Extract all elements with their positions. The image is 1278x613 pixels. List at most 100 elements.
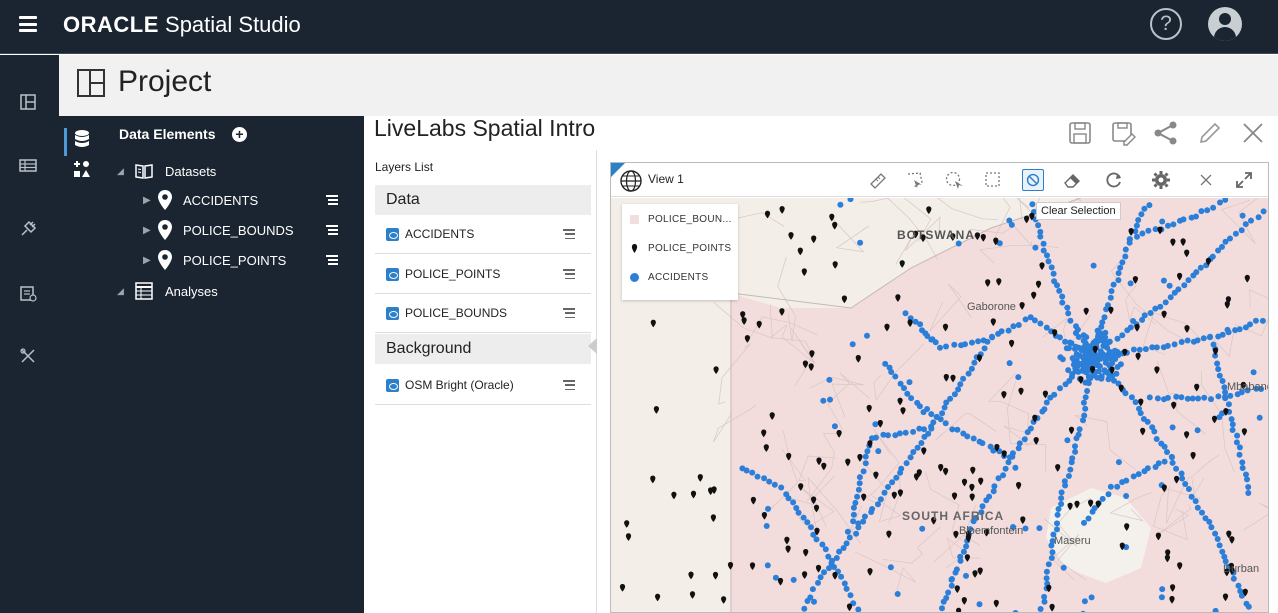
close-view-icon[interactable]: [1196, 170, 1216, 190]
legend-item-police-bounds: POLICE_BOUN...: [630, 214, 732, 225]
accident-point: [1041, 598, 1048, 605]
accident-point: [1058, 489, 1065, 496]
layer-menu-icon[interactable]: [563, 308, 575, 318]
accident-point: [1139, 230, 1146, 237]
layer-menu-icon[interactable]: [563, 380, 575, 390]
accident-point: [1048, 264, 1055, 271]
expanded-triangle-icon[interactable]: ◢: [117, 166, 131, 177]
layer-row[interactable]: POLICE_BOUNDS: [375, 294, 591, 333]
analyses-node[interactable]: ◢ Analyses: [117, 280, 218, 302]
accident-point: [1204, 207, 1211, 214]
background-section-header: Background: [375, 334, 591, 364]
accident-point: [856, 480, 863, 487]
analysis-tools-icon[interactable]: [73, 160, 91, 178]
dataset-menu-icon[interactable]: [326, 255, 338, 265]
accident-point: [914, 444, 921, 451]
hamburger-menu-icon[interactable]: [19, 16, 37, 32]
accident-point: [963, 543, 970, 550]
legend-swatch: [630, 215, 639, 224]
visibility-eye-icon[interactable]: [386, 267, 399, 281]
accident-point: [1107, 294, 1114, 301]
accident-point: [1059, 299, 1066, 306]
visibility-eye-icon[interactable]: [386, 227, 399, 241]
accident-point: [1022, 316, 1029, 323]
dataset-menu-icon[interactable]: [326, 195, 338, 205]
accident-point: [844, 528, 851, 535]
connections-icon[interactable]: [19, 220, 37, 238]
dataset-item[interactable]: ▶ POLICE_POINTS: [143, 249, 286, 271]
dataset-item[interactable]: ▶ ACCIDENTS: [143, 189, 258, 211]
add-data-element-button[interactable]: +: [232, 127, 247, 142]
accident-point: [790, 576, 797, 583]
accident-point: [943, 343, 949, 350]
close-icon[interactable]: [1240, 120, 1266, 146]
accident-point: [1138, 211, 1145, 218]
rectangle-select-icon[interactable]: [983, 170, 1003, 190]
accident-point: [939, 605, 945, 612]
edit-pencil-icon[interactable]: [1197, 120, 1223, 146]
background-layer-row[interactable]: OSM Bright (Oracle): [375, 366, 591, 405]
projects-icon[interactable]: [19, 93, 37, 111]
accident-point: [1119, 259, 1126, 266]
save-icon[interactable]: [1067, 120, 1093, 146]
expand-icon[interactable]: [1234, 170, 1254, 190]
accident-point: [1043, 399, 1050, 406]
collapsed-triangle-icon[interactable]: ▶: [143, 195, 157, 206]
accident-point: [1225, 401, 1232, 408]
collapse-panel-handle[interactable]: [588, 338, 597, 354]
accident-point: [1054, 520, 1060, 527]
circle-select-icon[interactable]: [944, 170, 964, 190]
accident-point: [1005, 459, 1012, 466]
accident-point: [1236, 451, 1243, 458]
collapsed-triangle-icon[interactable]: ▶: [143, 225, 157, 236]
expanded-triangle-icon[interactable]: ◢: [117, 286, 131, 297]
accident-point: [771, 481, 778, 488]
polygon-select-icon[interactable]: [905, 170, 925, 190]
accident-point: [1128, 394, 1135, 401]
accident-point: [1198, 208, 1205, 215]
accident-point: [1236, 326, 1243, 333]
dataset-item[interactable]: ▶ POLICE_BOUNDS: [143, 219, 294, 241]
accident-point: [1043, 568, 1050, 575]
accident-point: [785, 495, 792, 502]
dataset-menu-icon[interactable]: [326, 225, 338, 235]
share-icon[interactable]: [1153, 120, 1179, 146]
refresh-icon[interactable]: [1104, 170, 1124, 190]
visibility-eye-icon[interactable]: [386, 378, 399, 392]
accident-point: [1234, 432, 1241, 439]
clear-selection-icon[interactable]: [1022, 169, 1044, 191]
datasets-icon[interactable]: [19, 156, 37, 174]
collapsed-triangle-icon[interactable]: ▶: [143, 255, 157, 266]
jobs-icon[interactable]: [19, 284, 37, 302]
database-icon[interactable]: [75, 130, 89, 148]
user-avatar[interactable]: [1208, 7, 1242, 41]
settings-gear-icon[interactable]: [1151, 170, 1171, 190]
accident-point: [894, 591, 901, 597]
visibility-eye-icon[interactable]: [386, 306, 399, 320]
help-icon[interactable]: ?: [1150, 8, 1182, 40]
accident-point: [1044, 252, 1050, 259]
admin-tools-icon[interactable]: [19, 347, 37, 365]
save-as-icon[interactable]: [1110, 120, 1136, 146]
accident-point: [1051, 278, 1058, 285]
eraser-icon[interactable]: [1062, 170, 1082, 190]
book-icon: [135, 164, 153, 179]
layer-menu-icon[interactable]: [563, 229, 575, 239]
layer-row[interactable]: POLICE_POINTS: [375, 255, 591, 294]
layer-row[interactable]: ACCIDENTS: [375, 215, 591, 254]
measure-ruler-icon[interactable]: [868, 170, 888, 190]
accident-point: [1002, 465, 1009, 472]
accident-point: [855, 520, 862, 527]
accident-point: [981, 345, 988, 352]
accident-point: [1256, 414, 1263, 421]
accident-point: [904, 390, 911, 397]
accident-point: [940, 598, 947, 605]
accident-point: [922, 330, 929, 337]
datasets-node[interactable]: ◢ Datasets: [117, 160, 216, 182]
accident-point: [1110, 281, 1117, 288]
accident-point: [1175, 286, 1182, 293]
accident-point: [1069, 371, 1076, 378]
accident-point: [1043, 575, 1050, 582]
accident-point: [1072, 330, 1079, 336]
layer-menu-icon[interactable]: [563, 269, 575, 279]
